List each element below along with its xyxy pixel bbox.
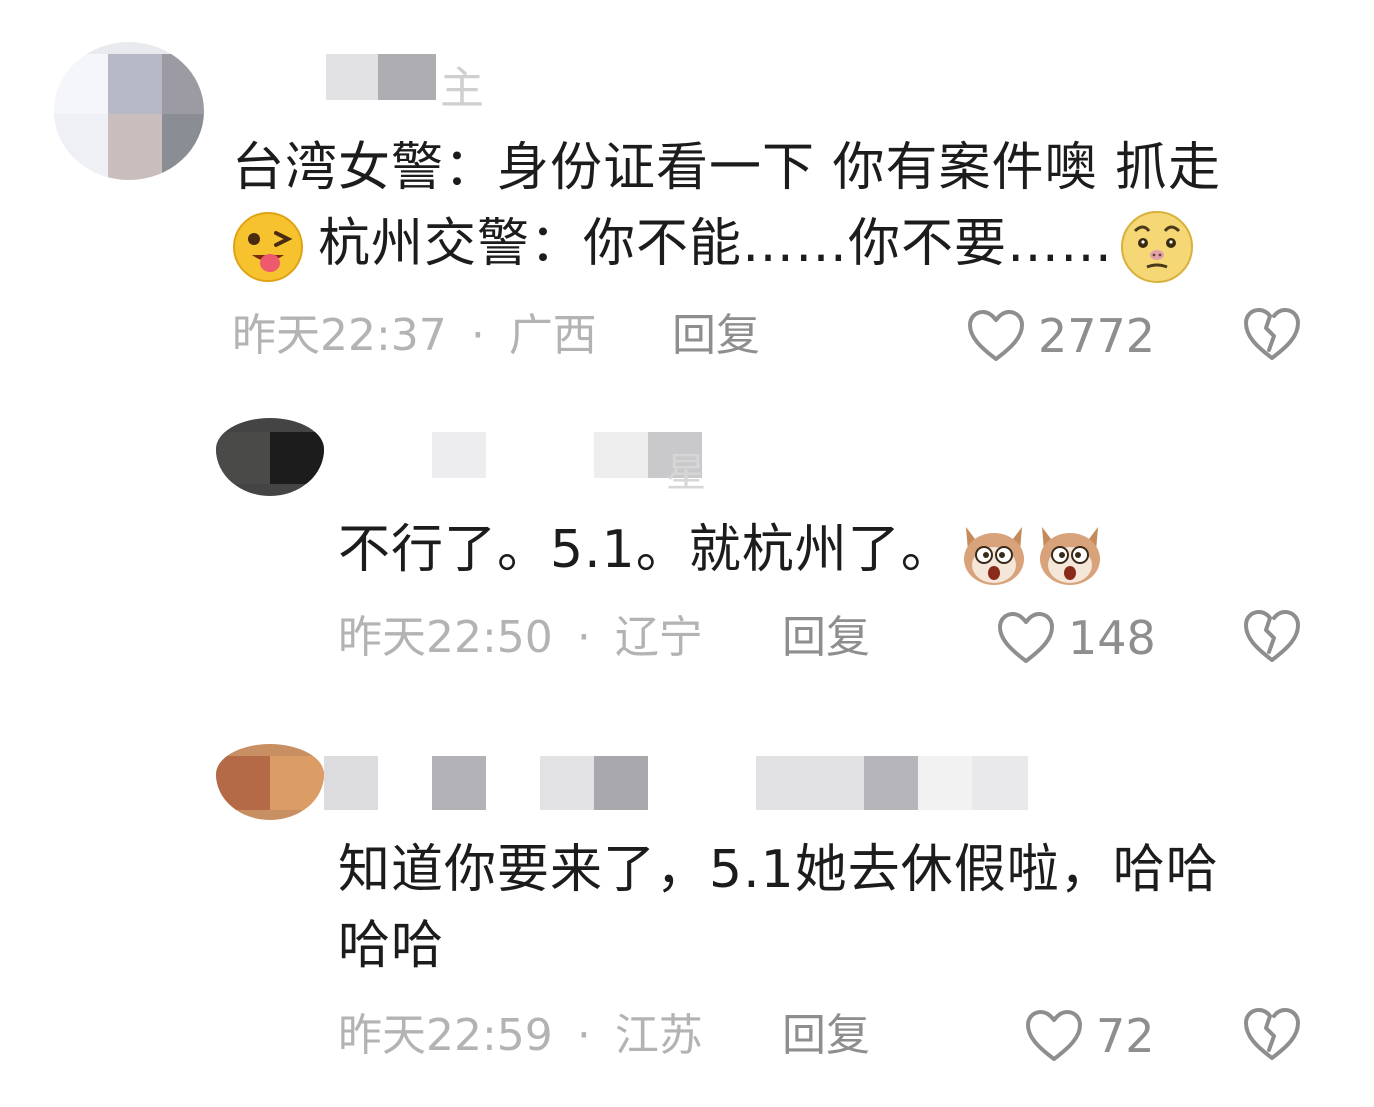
username[interactable] xyxy=(326,54,436,100)
reply-button[interactable]: 回复 xyxy=(672,308,760,364)
avatar[interactable] xyxy=(216,744,324,820)
meta-separator: · xyxy=(576,1010,591,1061)
like-button[interactable]: 72 xyxy=(1024,1008,1155,1064)
avatar[interactable] xyxy=(216,418,324,496)
disgust-emoji xyxy=(1119,209,1195,285)
shocked-dog-emoji xyxy=(958,517,1030,589)
comment-meta: 昨天22:50 · 辽宁 xyxy=(338,610,703,666)
reply-button[interactable]: 回复 xyxy=(782,610,870,666)
comment-text: 知道你要来了，5.1她去休假啦，哈哈 xyxy=(338,840,1219,900)
dislike-broken-heart-icon[interactable] xyxy=(1242,306,1302,366)
avatar[interactable] xyxy=(54,42,204,180)
comment-text: 杭州交警：你不能……你不要…… xyxy=(318,214,1114,274)
username-fragment: 星 xyxy=(666,450,706,496)
comment-text-line2: 杭州交警：你不能……你不要…… xyxy=(232,204,1195,285)
comment-location: 江苏 xyxy=(614,1010,703,1061)
username-fragment: 主 xyxy=(440,63,484,114)
comment-location: 广西 xyxy=(508,310,597,361)
comment-text: 台湾女警：身份证看一下 你有案件噢 抓走 xyxy=(232,138,1222,198)
shocked-dog-emoji xyxy=(1034,517,1106,589)
tongue-wink-emoji xyxy=(232,211,304,283)
comment-time: 昨天22:59 xyxy=(338,1010,553,1061)
like-button[interactable]: 2772 xyxy=(966,308,1155,364)
comment-time: 昨天22:50 xyxy=(338,612,553,663)
heart-icon xyxy=(1024,1009,1084,1063)
like-count: 148 xyxy=(1068,611,1156,665)
meta-separator: · xyxy=(576,612,591,663)
meta-separator: · xyxy=(470,310,485,361)
comment-location: 辽宁 xyxy=(614,612,703,663)
like-button[interactable]: 148 xyxy=(996,610,1156,666)
heart-icon xyxy=(996,611,1056,665)
comment-text: 不行了。5.1。就杭州了。 xyxy=(338,510,1106,590)
comment-text-line2: 哈哈 xyxy=(338,916,445,976)
like-count: 72 xyxy=(1096,1009,1155,1063)
like-count: 2772 xyxy=(1038,309,1156,363)
comment-time: 昨天22:37 xyxy=(232,310,447,361)
comment-meta: 昨天22:37 · 广西 xyxy=(232,308,597,364)
reply-button[interactable]: 回复 xyxy=(782,1008,870,1064)
heart-icon xyxy=(966,309,1026,363)
comment-meta: 昨天22:59 · 江苏 xyxy=(338,1008,703,1064)
username[interactable] xyxy=(432,432,702,478)
username[interactable] xyxy=(324,756,1028,810)
dislike-broken-heart-icon[interactable] xyxy=(1242,1006,1302,1066)
dislike-broken-heart-icon[interactable] xyxy=(1242,608,1302,668)
